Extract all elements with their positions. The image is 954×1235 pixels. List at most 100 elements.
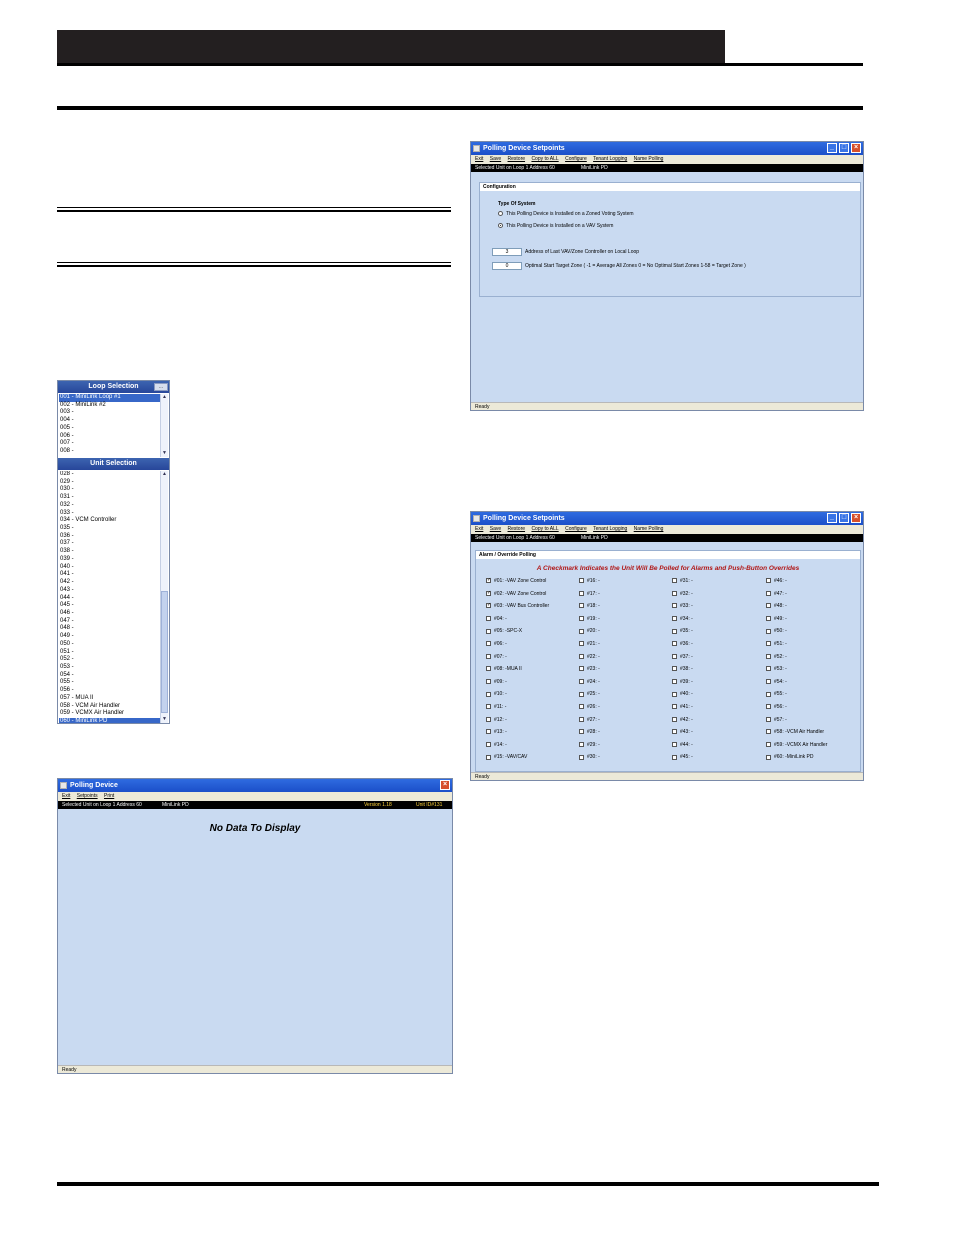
unit-poll-checkbox[interactable]: #29: - bbox=[579, 742, 600, 748]
unit-poll-checkbox[interactable]: #15: -VAV/CAV bbox=[486, 754, 527, 760]
last-address-input[interactable]: 3 bbox=[492, 248, 522, 256]
unit-poll-checkbox[interactable]: #48: - bbox=[766, 603, 787, 609]
unit-poll-checkbox[interactable]: #42: - bbox=[672, 717, 693, 723]
unit-list-item[interactable]: 051 - bbox=[60, 649, 74, 657]
window-titlebar[interactable]: Polling Device × bbox=[58, 779, 452, 792]
unit-list-item[interactable]: 036 - bbox=[60, 533, 74, 541]
menu-setpoints[interactable]: Setpoints bbox=[77, 793, 98, 799]
unit-poll-checkbox[interactable]: #23: - bbox=[579, 666, 600, 672]
window-titlebar[interactable]: Polling Device Setpoints _ □ × bbox=[471, 142, 863, 155]
unit-list-item[interactable]: 040 - bbox=[60, 564, 74, 572]
unit-poll-checkbox[interactable]: #17: - bbox=[579, 591, 600, 597]
unit-list-item[interactable]: 056 - bbox=[60, 687, 74, 695]
unit-list-item[interactable]: 047 - bbox=[60, 618, 74, 626]
window-titlebar[interactable]: Polling Device Setpoints _ □ × bbox=[471, 512, 863, 525]
unit-poll-checkbox[interactable]: ✓ #01: -VAV Zone Control bbox=[486, 578, 546, 584]
unit-list-item[interactable]: 055 - bbox=[60, 679, 74, 687]
unit-list-item[interactable]: 053 - bbox=[60, 664, 74, 672]
unit-list-item[interactable]: 037 - bbox=[60, 540, 74, 548]
unit-poll-checkbox[interactable]: #51: - bbox=[766, 641, 787, 647]
unit-poll-checkbox[interactable]: #14: - bbox=[486, 742, 507, 748]
unit-list-item[interactable]: 054 - bbox=[60, 672, 74, 680]
unit-poll-checkbox[interactable]: #28: - bbox=[579, 729, 600, 735]
unit-poll-checkbox[interactable]: ✓ #02: -VAV Zone Control bbox=[486, 590, 546, 597]
unit-poll-checkbox[interactable]: #33: - bbox=[672, 603, 693, 609]
unit-poll-checkbox[interactable]: #53: - bbox=[766, 666, 787, 672]
unit-list-item[interactable]: 038 - bbox=[60, 548, 74, 556]
unit-poll-checkbox[interactable]: #45: - bbox=[672, 754, 693, 760]
unit-poll-checkbox[interactable]: #22: - bbox=[579, 654, 600, 660]
zoned-system-radio[interactable]: This Polling Device is Installed on a Zo… bbox=[498, 211, 634, 217]
unit-list-item[interactable]: 031 - bbox=[60, 494, 74, 502]
unit-poll-checkbox[interactable]: #07: - bbox=[486, 654, 507, 660]
unit-poll-checkbox[interactable]: #56: - bbox=[766, 704, 787, 710]
unit-poll-checkbox[interactable]: #41: - bbox=[672, 704, 693, 710]
unit-poll-checkbox[interactable]: #10: - bbox=[486, 691, 507, 697]
unit-list-item[interactable]: 033 - bbox=[60, 510, 74, 518]
unit-poll-checkbox[interactable]: #59: -VCMX Air Handler bbox=[766, 742, 827, 748]
unit-list-item[interactable]: 034 - VCM Controller bbox=[60, 517, 116, 525]
unit-poll-checkbox[interactable]: #04: - bbox=[486, 616, 507, 622]
loop-list-item[interactable]: 008 - bbox=[60, 448, 74, 456]
unit-poll-checkbox[interactable]: #39: - bbox=[672, 679, 693, 685]
unit-poll-checkbox[interactable]: #20: - bbox=[579, 628, 600, 634]
unit-poll-checkbox[interactable]: #27: - bbox=[579, 717, 600, 723]
unit-poll-checkbox[interactable]: #43: - bbox=[672, 729, 693, 735]
maximize-icon[interactable]: □ bbox=[839, 143, 849, 153]
unit-poll-checkbox[interactable]: #32: - bbox=[672, 591, 693, 597]
unit-poll-checkbox[interactable]: #60: -MiniLink PD bbox=[766, 754, 813, 760]
menu-configure[interactable]: Configure bbox=[565, 526, 587, 532]
unit-list-scrollbar[interactable]: ▲ ▼ bbox=[160, 471, 168, 723]
unit-poll-checkbox[interactable]: #19: - bbox=[579, 616, 600, 622]
unit-poll-checkbox[interactable]: #13: - bbox=[486, 729, 507, 735]
unit-poll-checkbox[interactable]: #58: -VCM Air Handler bbox=[766, 729, 824, 735]
minimize-icon[interactable]: _ bbox=[827, 143, 837, 153]
unit-poll-checkbox[interactable]: ✓ #03: -VAV Bus Controller bbox=[486, 603, 549, 609]
menu-copy-to-all[interactable]: Copy to ALL bbox=[531, 526, 558, 532]
menu-restore[interactable]: Restore bbox=[508, 156, 526, 162]
unit-poll-checkbox[interactable]: #49: - bbox=[766, 616, 787, 622]
close-icon[interactable]: × bbox=[851, 513, 861, 523]
unit-list-item[interactable]: 050 - bbox=[60, 641, 74, 649]
unit-list-item[interactable]: 059 - VCMX Air Handler bbox=[60, 710, 124, 718]
loop-list-item[interactable]: 002 - MiniLink #2 bbox=[60, 402, 106, 410]
unit-list-item[interactable]: 060 - MiniLink PD bbox=[59, 718, 160, 723]
unit-poll-checkbox[interactable]: #40: - bbox=[672, 691, 693, 697]
unit-poll-checkbox[interactable]: #34: - bbox=[672, 616, 693, 622]
menu-restore[interactable]: Restore bbox=[508, 526, 526, 532]
loop-selection-collapse-button[interactable]: ... bbox=[154, 383, 168, 391]
unit-poll-checkbox[interactable]: #46: - bbox=[766, 578, 787, 584]
menu-save[interactable]: Save bbox=[490, 526, 501, 532]
scroll-thumb[interactable] bbox=[161, 591, 168, 713]
menu-save[interactable]: Save bbox=[490, 156, 501, 162]
maximize-icon[interactable]: □ bbox=[839, 513, 849, 523]
unit-poll-checkbox[interactable]: #21: - bbox=[579, 641, 600, 647]
loop-list-item[interactable]: 006 - bbox=[60, 433, 74, 441]
close-icon[interactable]: × bbox=[440, 780, 450, 790]
loop-selection-list[interactable]: 001 - MiniLink Loop #1 002 - MiniLink #2 0… bbox=[58, 394, 160, 457]
unit-poll-checkbox[interactable]: #06: - bbox=[486, 641, 507, 647]
menu-exit[interactable]: Exit bbox=[475, 526, 483, 532]
vav-system-radio[interactable]: This Polling Device is Installed on a VA… bbox=[498, 223, 613, 229]
menu-tenant-logging[interactable]: Tenant Logging bbox=[593, 526, 627, 532]
unit-poll-checkbox[interactable]: #18: - bbox=[579, 603, 600, 609]
scroll-up-arrow-icon[interactable]: ▲ bbox=[161, 394, 168, 401]
unit-list-item[interactable]: 041 - bbox=[60, 571, 74, 579]
unit-poll-checkbox[interactable]: #47: - bbox=[766, 591, 787, 597]
unit-list-item[interactable]: 043 - bbox=[60, 587, 74, 595]
unit-poll-checkbox[interactable]: #54: - bbox=[766, 679, 787, 685]
unit-list-item[interactable]: 057 - MUA II bbox=[60, 695, 93, 703]
menu-name-polling[interactable]: Name Polling bbox=[634, 526, 664, 532]
scroll-up-arrow-icon[interactable]: ▲ bbox=[161, 471, 168, 478]
menu-exit[interactable]: Exit bbox=[62, 793, 70, 799]
loop-list-item[interactable]: 003 - bbox=[60, 409, 74, 417]
loop-list-item[interactable]: 004 - bbox=[60, 417, 74, 425]
unit-poll-checkbox[interactable]: #09: - bbox=[486, 679, 507, 685]
menu-configure[interactable]: Configure bbox=[565, 156, 587, 162]
unit-poll-checkbox[interactable]: #08: -MUA II bbox=[486, 666, 522, 672]
unit-poll-checkbox[interactable]: #25: - bbox=[579, 691, 600, 697]
unit-list-item[interactable]: 039 - bbox=[60, 556, 74, 564]
optimal-start-input[interactable]: 0 bbox=[492, 262, 522, 270]
menu-copy-to-all[interactable]: Copy to ALL bbox=[531, 156, 558, 162]
unit-list-item[interactable]: 052 - bbox=[60, 656, 74, 664]
